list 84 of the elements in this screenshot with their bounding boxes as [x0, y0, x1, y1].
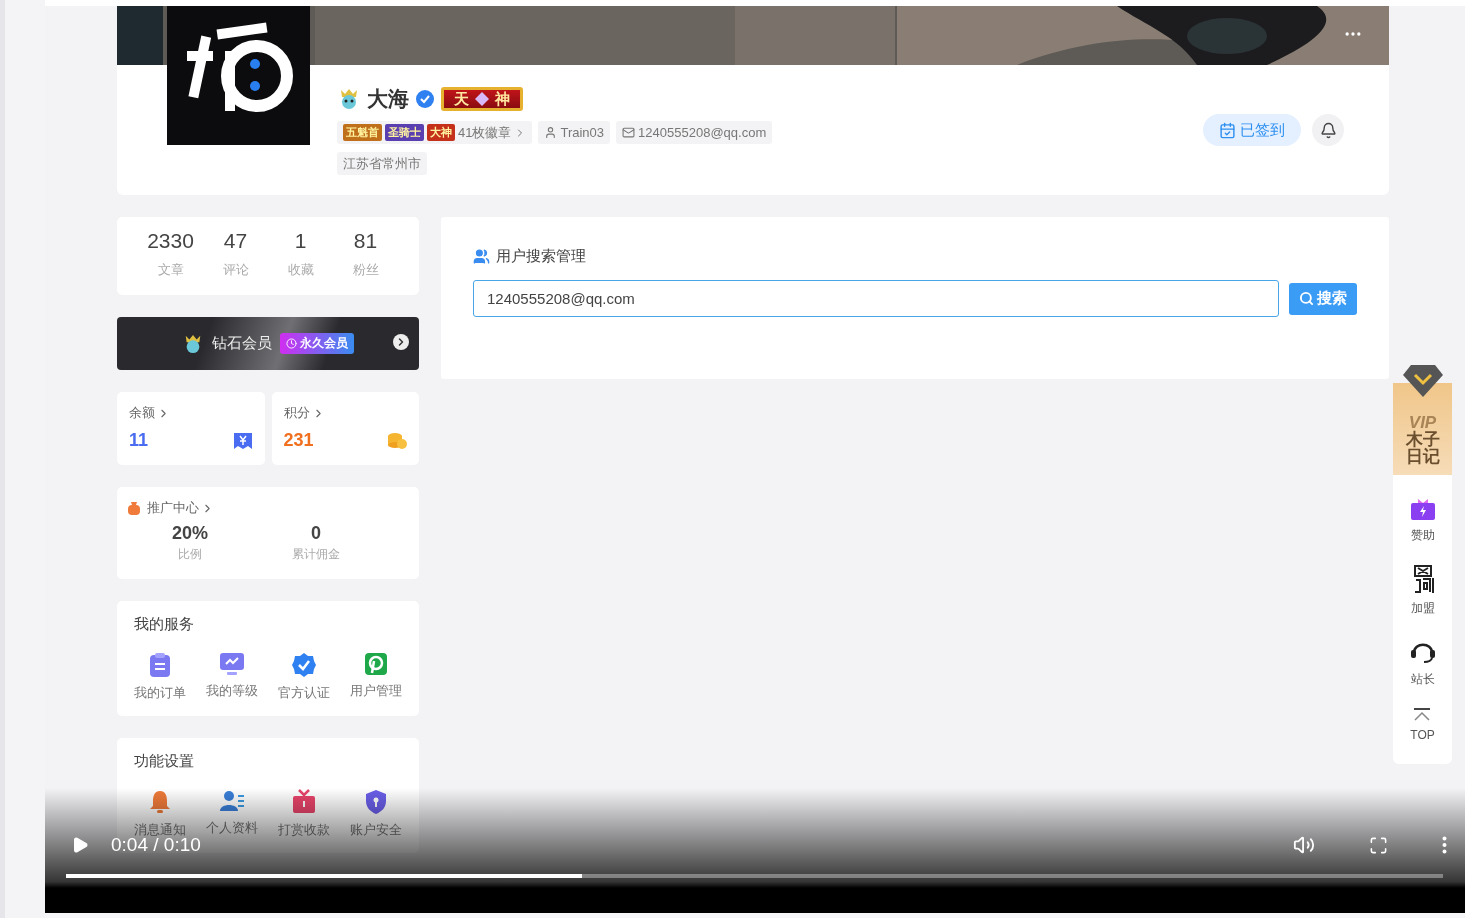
stat-label: 粉丝 [352, 261, 379, 279]
promotion-link[interactable]: 推广中心 [147, 499, 214, 517]
yuan-ticket-icon [232, 431, 253, 450]
location-chip: 江苏省常州市 [337, 152, 427, 175]
promotion-label: 比例 [178, 546, 202, 563]
stat-label: 评论 [222, 261, 249, 279]
gift-box-icon [1409, 497, 1436, 521]
verified-icon [415, 89, 435, 109]
wallet-value: 11 [129, 430, 149, 451]
menu-item[interactable]: 消息通知 [134, 821, 186, 839]
stat-value: 81 [353, 229, 378, 253]
badge-count: 41枚徽章 [458, 123, 512, 142]
promotion-label: 累计佣金 [292, 546, 340, 563]
monitor-chart-icon [219, 652, 245, 676]
coins-icon [387, 431, 407, 450]
search-button[interactable]: 搜索 [1289, 282, 1357, 315]
calendar-check-icon [1219, 121, 1236, 139]
play-icon [71, 836, 89, 854]
wallet-card[interactable]: 积分 231 [271, 392, 419, 465]
wallet-label: 余额 [129, 404, 253, 422]
progress-track[interactable] [66, 874, 1443, 878]
search-icon [1299, 291, 1314, 306]
wallet-label: 积分 [283, 404, 407, 422]
user-name: 大海 [367, 86, 409, 112]
toolbar-item[interactable]: TOP [1410, 728, 1435, 742]
checkin-button[interactable]: 已签到 [1203, 114, 1301, 146]
users-icon [473, 248, 490, 265]
mail-icon [622, 126, 636, 139]
medal-label: 圣骑士 [385, 124, 424, 141]
verified-badge-icon [291, 652, 317, 678]
back-to-top-icon [1412, 708, 1433, 722]
search-field[interactable]: 1240555208@qq.com [473, 280, 1279, 317]
medal-label: 大神 [427, 124, 455, 141]
volume-icon [1293, 834, 1315, 856]
card-title: 我的服务 [134, 615, 195, 634]
menu-item[interactable]: 官方认证 [278, 684, 330, 702]
vip-tag: VIP [1408, 414, 1437, 431]
bell-icon [1319, 121, 1337, 139]
stat-value: 1 [294, 229, 307, 253]
email: 1240555208@qq.com [638, 125, 767, 140]
stat-value: 2330 [147, 229, 194, 253]
gem-icon [475, 92, 489, 106]
fullscreen-icon [1369, 835, 1388, 855]
stat-value: 47 [223, 229, 248, 253]
menu-item[interactable]: 用户管理 [350, 682, 402, 700]
notification-button[interactable] [1312, 114, 1344, 146]
toolbar-item[interactable]: 加盟 [1410, 600, 1435, 617]
toolbar-item[interactable]: 站长 [1410, 671, 1435, 688]
toolbar-item[interactable]: 赞助 [1410, 527, 1435, 544]
bell-icon [148, 789, 172, 815]
vip-banner[interactable]: VIP 木子 日记 [1393, 383, 1452, 475]
vip-text: 木子 [1405, 431, 1440, 448]
menu-item[interactable]: 我的订单 [134, 684, 186, 702]
menu-item[interactable]: 我的等级 [206, 682, 258, 700]
membership-tag: 永久会员 [280, 333, 354, 354]
promotion-value: 0 [311, 523, 321, 544]
panel-title: 用户搜索管理 [496, 247, 586, 266]
diamond-icon [1402, 365, 1443, 397]
vip-text: 日记 [1405, 448, 1440, 465]
menu-item[interactable]: 账户安全 [350, 821, 402, 839]
money-bag-icon [127, 501, 141, 515]
gift-icon [291, 789, 317, 815]
stat-label: 收藏 [287, 261, 314, 279]
clock-icon [286, 338, 297, 349]
menu-item[interactable]: 个人资料 [206, 819, 258, 837]
user-icon [544, 126, 558, 139]
membership-name: 钻石会员 [212, 334, 272, 353]
stat-label: 文章 [157, 261, 184, 279]
pin-app-icon [364, 652, 388, 676]
clipboard-icon [148, 652, 172, 678]
membership-banner[interactable]: 钻石会员 永久会员 [117, 317, 419, 370]
promotion-value: 20% [172, 523, 208, 544]
menu-item[interactable]: 打赏收款 [278, 821, 330, 839]
wallet-value: 231 [283, 430, 314, 451]
badge-text: 天 [454, 89, 469, 109]
wallet-card[interactable]: 余额 11 [117, 392, 265, 465]
more-vertical-icon [1442, 836, 1447, 854]
medal-chip[interactable]: 五魁首 圣骑士 大神 41枚徽章 [337, 121, 533, 144]
username: Train03 [560, 125, 605, 140]
person-list-icon [219, 789, 245, 813]
medal-label: 五魁首 [343, 124, 382, 141]
shield-icon [364, 789, 388, 815]
card-title: 功能设置 [134, 752, 195, 771]
badge-text: 神 [495, 89, 510, 109]
